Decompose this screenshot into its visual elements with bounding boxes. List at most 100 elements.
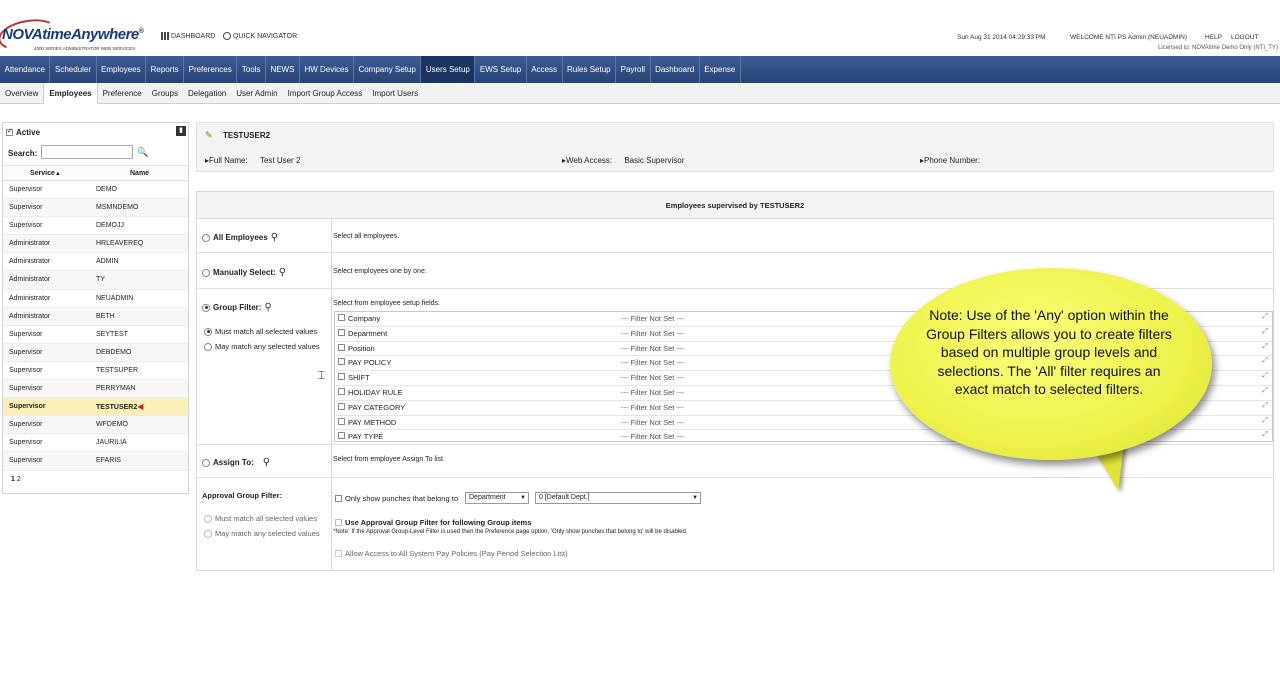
employee-row[interactable]: Supervisor JAURILIA — [3, 434, 188, 453]
employee-row[interactable]: Supervisor DEMOJJ — [3, 217, 188, 236]
employee-row[interactable]: Supervisor TESTUSER2◀ — [3, 398, 188, 417]
employee-row[interactable]: Supervisor DEBDEMO — [3, 343, 188, 362]
filter-checkbox[interactable] — [338, 314, 345, 321]
main-nav-attendance[interactable]: Attendance — [0, 56, 51, 83]
employee-row[interactable]: Supervisor EFARIS — [3, 452, 188, 471]
employee-row[interactable]: Administrator BETH — [3, 307, 188, 326]
search-icon[interactable]: 🔍 — [137, 147, 148, 157]
employee-row[interactable]: Supervisor TESTSUPER — [3, 362, 188, 381]
assign-to-radio[interactable] — [202, 458, 210, 467]
only-show-punches-row: Only show punches that belong to Departm… — [335, 492, 701, 504]
allow-access-checkbox[interactable] — [335, 550, 342, 557]
edit-filter-icon[interactable]: ⤢ — [1262, 357, 1268, 365]
main-nav-payroll[interactable]: Payroll — [616, 56, 651, 83]
help-link[interactable]: HELP — [1205, 34, 1222, 41]
magnifier-icon[interactable]: ⚲ — [264, 302, 271, 313]
employee-row[interactable]: Administrator NEUADMIN — [3, 290, 188, 308]
active-checkbox[interactable] — [6, 127, 13, 136]
filter-checkbox[interactable] — [338, 343, 345, 351]
use-approval-checkbox[interactable] — [335, 519, 342, 526]
only-show-checkbox[interactable] — [335, 494, 342, 502]
edit-filter-icon[interactable]: ⤢ — [1262, 372, 1268, 380]
employee-row[interactable]: Supervisor SEYTEST — [3, 326, 188, 344]
dashboard-link[interactable]: DASHBOARD — [161, 32, 215, 40]
filter-checkbox[interactable] — [338, 402, 345, 410]
logout-link[interactable]: LOGOUT — [1231, 34, 1258, 41]
sub-nav-delegation[interactable]: Delegation — [183, 83, 231, 104]
employee-row[interactable]: Administrator HRLEAVEREQ — [3, 235, 188, 254]
all-employees-option[interactable]: All Employees ⚲ — [202, 232, 278, 243]
quick-navigator-link[interactable]: QUICK NAVIGATOR — [223, 32, 297, 40]
must-match-all-radio[interactable] — [204, 327, 212, 336]
edit-filter-icon[interactable]: ⤢ — [1262, 328, 1268, 336]
group-level-select[interactable]: Department ▼ — [465, 492, 529, 504]
approval-must-match-radio[interactable] — [204, 514, 212, 523]
may-match-any-radio[interactable] — [204, 342, 212, 351]
department-select[interactable]: 0 [Default Dept.] ▼ — [535, 492, 701, 504]
sub-nav-user-admin[interactable]: User Admin — [231, 83, 282, 104]
edit-filter-icon[interactable]: ⤢ — [1262, 402, 1268, 410]
main-nav-preferences[interactable]: Preferences — [184, 56, 238, 83]
edit-filter-icon[interactable]: ⤢ — [1262, 387, 1268, 395]
employee-row[interactable]: Administrator TY — [3, 271, 188, 290]
may-match-any-option[interactable]: May match any selected values — [204, 342, 320, 351]
novatime-logo[interactable]: NOVAtimeAnywhere® 4000 SERIES ADMINISTRA… — [0, 15, 154, 55]
datetime-display: Sun Aug 31 2014 04:29:33 PM — [957, 34, 1046, 41]
edit-filter-icon[interactable]: ⤢ — [1262, 343, 1268, 351]
sub-nav-groups[interactable]: Groups — [147, 83, 183, 104]
approval-must-match-option[interactable]: Must match all selected values — [204, 514, 317, 523]
group-filter-radio[interactable] — [202, 303, 210, 312]
edit-filter-icon[interactable]: ⤢ — [1262, 431, 1268, 439]
employee-row[interactable]: Supervisor DEMO — [3, 181, 188, 200]
approval-may-match-option[interactable]: May match any selected values — [204, 529, 320, 538]
filter-checkbox[interactable] — [338, 373, 345, 381]
sub-nav-preference[interactable]: Preference — [98, 83, 147, 104]
main-nav-ews-setup[interactable]: EWS Setup — [475, 56, 527, 83]
magnifier-icon[interactable]: ⚲ — [279, 267, 286, 278]
approval-may-match-radio[interactable] — [204, 529, 212, 538]
employee-row[interactable]: Supervisor WFDEMO — [3, 416, 188, 435]
employee-row[interactable]: Supervisor MSMNDEMO — [3, 199, 188, 218]
sub-nav-overview[interactable]: Overview — [0, 83, 43, 104]
filter-checkbox[interactable] — [338, 417, 345, 425]
main-nav-company-setup[interactable]: Company Setup — [354, 56, 422, 83]
magnifier-icon[interactable]: ⚲ — [263, 457, 270, 468]
pencil-icon[interactable]: ✎ — [205, 130, 213, 141]
main-nav-access[interactable]: Access — [527, 56, 563, 83]
search-input[interactable] — [41, 145, 133, 159]
main-nav-users-setup[interactable]: Users Setup — [421, 56, 476, 83]
magnifier-icon[interactable]: ⚲ — [271, 232, 278, 243]
main-nav-news[interactable]: NEWS — [266, 56, 300, 83]
group-filter-option[interactable]: Group Filter: ⚲ — [202, 302, 272, 313]
main-nav-rules-setup[interactable]: Rules Setup — [563, 56, 617, 83]
must-match-all-option[interactable]: Must match all selected values — [204, 327, 317, 336]
all-employees-radio[interactable] — [202, 233, 210, 242]
sub-nav-import-group-access[interactable]: Import Group Access — [283, 83, 368, 104]
employee-row[interactable]: Administrator ADMIN — [3, 253, 188, 272]
name-column-header[interactable]: Name — [96, 166, 188, 180]
sub-nav-employees[interactable]: Employees — [43, 83, 98, 104]
filter-checkbox[interactable] — [338, 388, 345, 395]
edit-filter-icon[interactable]: ⤢ — [1262, 417, 1268, 425]
sub-nav-import-users[interactable]: Import Users — [367, 83, 423, 104]
main-nav-dashboard[interactable]: Dashboard — [651, 56, 700, 83]
main-nav-expense[interactable]: Expense — [700, 56, 741, 83]
service-column-header[interactable]: Service▲ — [3, 166, 96, 180]
main-nav-hw-devices[interactable]: HW Devices — [300, 56, 354, 83]
pin-icon[interactable]: ▮ — [176, 126, 186, 136]
main-nav-reports[interactable]: Reports — [146, 56, 185, 83]
assign-to-option[interactable]: Assign To: ⚲ — [202, 457, 270, 468]
page-current[interactable]: 1 — [11, 476, 15, 483]
page-link-2[interactable]: 2 — [17, 476, 21, 483]
filter-checkbox[interactable] — [338, 328, 345, 336]
employee-row[interactable]: Supervisor PERRYMAN — [3, 380, 188, 399]
edit-filter-icon[interactable]: ⤢ — [1262, 313, 1268, 321]
main-nav-employees[interactable]: Employees — [97, 56, 147, 83]
active-filter[interactable]: Active — [6, 127, 40, 137]
main-nav-scheduler[interactable]: Scheduler — [50, 56, 97, 83]
filter-checkbox[interactable] — [338, 432, 345, 440]
main-nav-tools[interactable]: Tools — [237, 56, 266, 83]
filter-checkbox[interactable] — [338, 358, 345, 366]
manually-select-radio[interactable] — [202, 268, 210, 277]
manually-select-option[interactable]: Manually Select: ⚲ — [202, 267, 286, 278]
